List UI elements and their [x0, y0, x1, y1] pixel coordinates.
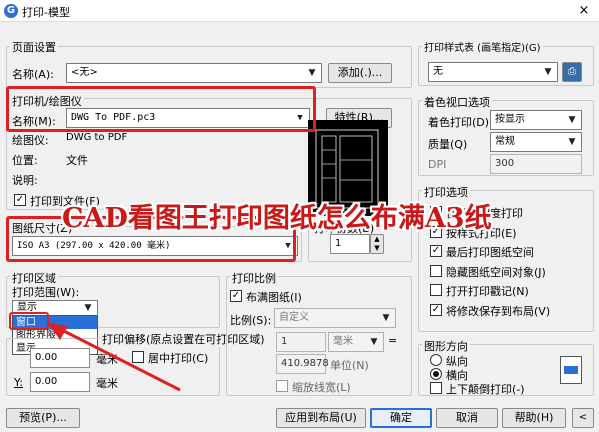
dpi-input[interactable]: 300	[490, 154, 582, 174]
upside-down-checkbox[interactable]	[430, 382, 442, 394]
plot-range-label: 打印范围(W):	[12, 286, 80, 299]
plot-style-value: 无	[433, 66, 443, 77]
printer-highlight-box	[6, 86, 316, 132]
plot-option-label: 打开打印戳记(N)	[446, 285, 529, 298]
chevron-down-icon: ▼	[568, 115, 576, 125]
plot-option-label: 将修改保存到布局(V)	[446, 304, 551, 318]
portrait-radio[interactable]	[430, 354, 442, 366]
scale-unit-label: 单位(N)	[330, 359, 369, 372]
plot-option-checkbox[interactable]	[430, 264, 442, 277]
shade-plot-label: 着色打印(D)	[428, 116, 490, 129]
scale-unit-value: 毫米	[333, 336, 353, 347]
quality-select[interactable]: 常规 ▼	[490, 132, 582, 152]
shaded-viewport-label: 着色视口选项	[422, 94, 492, 110]
preview-button[interactable]: 预览(P)...	[6, 408, 80, 428]
scale-select[interactable]: 自定义 ▼	[274, 308, 396, 328]
print-to-file-checkbox[interactable]: ✓	[14, 194, 26, 206]
ok-button[interactable]: 确定	[370, 408, 432, 428]
quality-label: 质量(Q)	[428, 138, 468, 151]
edit-plot-style-button[interactable]: ⎙	[562, 62, 582, 82]
dpi-label: DPI	[428, 158, 447, 171]
plot-option-label: 最后打印图纸空间	[446, 246, 534, 259]
window-title: 打印-模型	[22, 6, 70, 19]
cancel-button[interactable]: 取消	[436, 408, 498, 428]
plot-option-checkbox[interactable]: ✓	[430, 303, 442, 316]
fit-to-paper-checkbox[interactable]: ✓	[230, 290, 242, 302]
scale-value1-input[interactable]: 1	[276, 332, 326, 352]
plot-scale-label: 打印比例	[230, 270, 278, 286]
chevron-down-icon: ▼	[382, 313, 390, 323]
scale-value: 自定义	[279, 312, 309, 323]
plot-option-label: 隐藏图纸空间对象(J)	[446, 265, 546, 279]
upside-down-label: 上下颠倒打印(-)	[446, 383, 525, 396]
chevron-down-icon: ▼	[370, 337, 378, 347]
page-setup-name-label: 名称(A):	[12, 68, 54, 81]
location-label: 位置:	[12, 154, 38, 167]
scale-label: 比例(S):	[230, 314, 272, 327]
shade-plot-select[interactable]: 按显示 ▼	[490, 110, 582, 130]
orientation-page-icon	[560, 356, 582, 384]
page-setup-label: 页面设置	[10, 39, 58, 55]
chevron-down-icon: ▼	[568, 137, 576, 147]
close-icon[interactable]: ×	[575, 2, 593, 20]
help-button[interactable]: 帮助(H)	[502, 408, 566, 428]
scale-unit-select[interactable]: 毫米 ▼	[328, 332, 384, 352]
app-icon: G	[4, 4, 18, 18]
page-setup-name-select[interactable]: <无> ▼	[66, 63, 322, 83]
apply-to-layout-button[interactable]: 应用到布局(U)	[276, 408, 366, 428]
location-value: 文件	[66, 154, 88, 167]
plot-style-label: 打印样式表 (画笔指定)(G)	[422, 39, 543, 54]
page-setup-name-value: <无>	[71, 67, 98, 78]
landscape-radio[interactable]	[430, 368, 442, 380]
scale-value2-input[interactable]: 410.9878	[276, 354, 329, 374]
offset-y-label: Y:	[14, 376, 23, 389]
scale-equals: =	[388, 334, 398, 347]
chevron-down-icon: ▼	[84, 303, 92, 313]
annotation-banner: CAD看图王打印图纸怎么布满A3纸	[62, 203, 492, 234]
scale-lineweights-label: 缩放线宽(L)	[292, 381, 351, 394]
plotter-label: 绘图仪:	[12, 134, 49, 147]
scale-lineweights-checkbox[interactable]	[276, 380, 288, 392]
shade-plot-value: 按显示	[495, 114, 525, 125]
plot-option-checkbox[interactable]	[430, 284, 442, 296]
annotation-arrow-icon	[48, 323, 181, 392]
orientation-label: 图形方向	[422, 338, 470, 354]
chevron-down-icon: ▼	[544, 67, 552, 77]
plot-style-select[interactable]: 无 ▼	[428, 62, 558, 82]
add-page-setup-button[interactable]: 添加(.)...	[328, 63, 392, 83]
copies-spinner[interactable]: ▲ ▼	[370, 234, 384, 254]
title-bar: G 打印-模型 ×	[0, 0, 599, 22]
description-label: 说明:	[12, 174, 38, 187]
chevron-down-icon: ▼	[308, 68, 316, 78]
collapse-button[interactable]: <	[572, 408, 594, 428]
fit-to-paper-label: 布满图纸(I)	[246, 291, 302, 304]
plot-option-checkbox[interactable]: ✓	[430, 245, 442, 257]
copies-input[interactable]: 1	[330, 234, 370, 254]
plotter-value: DWG to PDF	[66, 132, 128, 143]
quality-value: 常规	[495, 136, 515, 147]
